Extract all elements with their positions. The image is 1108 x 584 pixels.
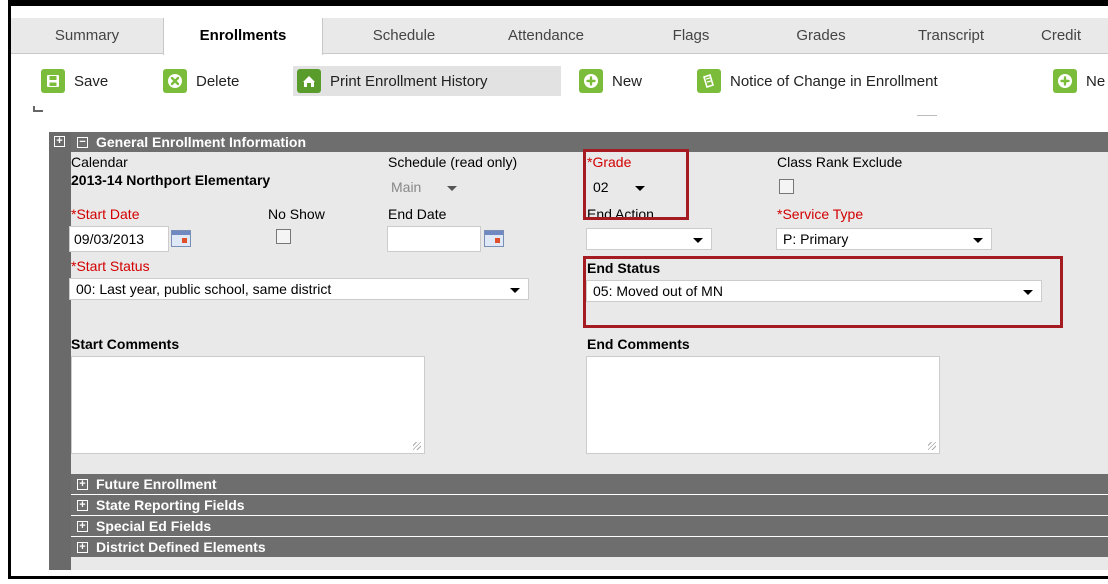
new-secondary-button[interactable]: Ne xyxy=(1053,66,1105,96)
expand-icon: + xyxy=(77,541,88,553)
divider xyxy=(917,115,937,116)
section-state-reporting[interactable]: + State Reporting Fields xyxy=(71,495,1108,515)
enrollment-panel: + − General Enrollment Information Calen… xyxy=(33,132,1108,570)
section-future-title: Future Enrollment xyxy=(96,476,217,492)
end-comments-textarea[interactable] xyxy=(586,356,940,454)
document-icon xyxy=(697,69,721,93)
collapse-icon: − xyxy=(77,136,88,148)
no-show-checkbox[interactable] xyxy=(276,229,291,244)
tab-credit[interactable]: Credit xyxy=(1041,18,1108,54)
tab-schedule[interactable]: Schedule xyxy=(329,18,479,54)
section-district-defined[interactable]: + District Defined Elements xyxy=(71,537,1108,557)
chevron-down-icon xyxy=(510,288,520,293)
chevron-down-icon xyxy=(447,186,457,191)
tab-bar: Summary Enrollments Schedule Attendance … xyxy=(11,18,1108,55)
start-status-select[interactable]: 00: Last year, public school, same distr… xyxy=(69,278,529,300)
new-button[interactable]: New xyxy=(579,66,642,96)
new-secondary-label: Ne xyxy=(1086,72,1106,90)
class-rank-exclude-label: Class Rank Exclude xyxy=(777,154,903,170)
grade-highlight-box xyxy=(583,149,689,220)
no-show-label: No Show xyxy=(268,206,325,222)
tab-enrollments[interactable]: Enrollments xyxy=(163,18,323,55)
start-date-label: *Start Date xyxy=(71,206,140,222)
section-special-ed[interactable]: + Special Ed Fields xyxy=(71,516,1108,536)
delete-button[interactable]: Delete xyxy=(163,66,239,96)
section-state-title: State Reporting Fields xyxy=(96,497,245,513)
resize-grip-icon[interactable] xyxy=(413,442,421,450)
new-label: New xyxy=(612,72,643,90)
expand-icon: + xyxy=(77,520,88,532)
service-type-select[interactable]: P: Primary xyxy=(776,228,992,250)
plus-icon xyxy=(579,69,603,93)
start-status-label: *Start Status xyxy=(71,258,150,274)
delete-label: Delete xyxy=(196,72,240,90)
schedule-value: Main xyxy=(391,179,422,195)
printer-icon xyxy=(297,69,321,93)
expand-icon: + xyxy=(77,499,88,511)
print-enrollment-history-button[interactable]: Print Enrollment History xyxy=(293,66,561,96)
save-button[interactable]: Save xyxy=(41,66,108,96)
end-date-label: End Date xyxy=(388,206,447,222)
tab-grades[interactable]: Grades xyxy=(761,18,881,54)
divider xyxy=(33,106,35,112)
tab-summary[interactable]: Summary xyxy=(11,18,163,54)
start-date-value: 09/03/2013 xyxy=(74,231,145,247)
notice-of-change-label: Notice of Change in Enrollment xyxy=(730,72,938,90)
save-label: Save xyxy=(74,72,109,90)
service-type-value: P: Primary xyxy=(783,231,849,247)
schedule-label: Schedule (read only) xyxy=(388,154,518,170)
section-future-enrollment[interactable]: + Future Enrollment xyxy=(71,474,1108,494)
chevron-down-icon xyxy=(973,238,983,243)
end-status-highlight-box xyxy=(583,256,1063,328)
tab-attendance[interactable]: Attendance xyxy=(481,18,611,54)
start-status-value: 00: Last year, public school, same distr… xyxy=(76,281,332,297)
toolbar: Save Delete Print Enrollment History New… xyxy=(11,55,1108,107)
start-comments-textarea[interactable] xyxy=(71,356,425,454)
expand-icon: + xyxy=(77,478,88,490)
schedule-select: Main xyxy=(384,176,466,198)
save-icon xyxy=(41,69,65,93)
chevron-down-icon xyxy=(693,238,703,243)
tab-flags[interactable]: Flags xyxy=(641,18,741,54)
calendar-label: Calendar xyxy=(71,154,128,170)
class-rank-exclude-checkbox[interactable] xyxy=(779,179,794,194)
section-district-title: District Defined Elements xyxy=(96,539,266,555)
plus-icon xyxy=(1053,69,1077,93)
delete-icon xyxy=(163,69,187,93)
section-special-ed-title: Special Ed Fields xyxy=(96,518,212,534)
tab-transcript[interactable]: Transcript xyxy=(891,18,1011,54)
end-date-field[interactable] xyxy=(387,226,481,252)
end-action-select[interactable] xyxy=(586,228,712,250)
start-date-field[interactable]: 09/03/2013 xyxy=(69,226,169,252)
calendar-icon[interactable] xyxy=(484,230,504,247)
screenshot-frame: Summary Enrollments Schedule Attendance … xyxy=(8,0,1108,579)
resize-grip-icon[interactable] xyxy=(928,442,936,450)
expand-all-icon[interactable]: + xyxy=(54,136,65,147)
service-type-label: *Service Type xyxy=(777,206,864,222)
start-comments-label: Start Comments xyxy=(71,336,180,352)
notice-of-change-button[interactable]: Notice of Change in Enrollment xyxy=(697,66,938,96)
calendar-icon[interactable] xyxy=(171,230,191,247)
print-enrollment-history-label: Print Enrollment History xyxy=(330,72,488,90)
section-general-title: General Enrollment Information xyxy=(96,134,307,150)
gutter xyxy=(33,132,49,570)
calendar-value: 2013-14 Northport Elementary xyxy=(71,172,271,188)
end-comments-label: End Comments xyxy=(587,336,690,352)
expand-strip: + xyxy=(49,132,71,570)
